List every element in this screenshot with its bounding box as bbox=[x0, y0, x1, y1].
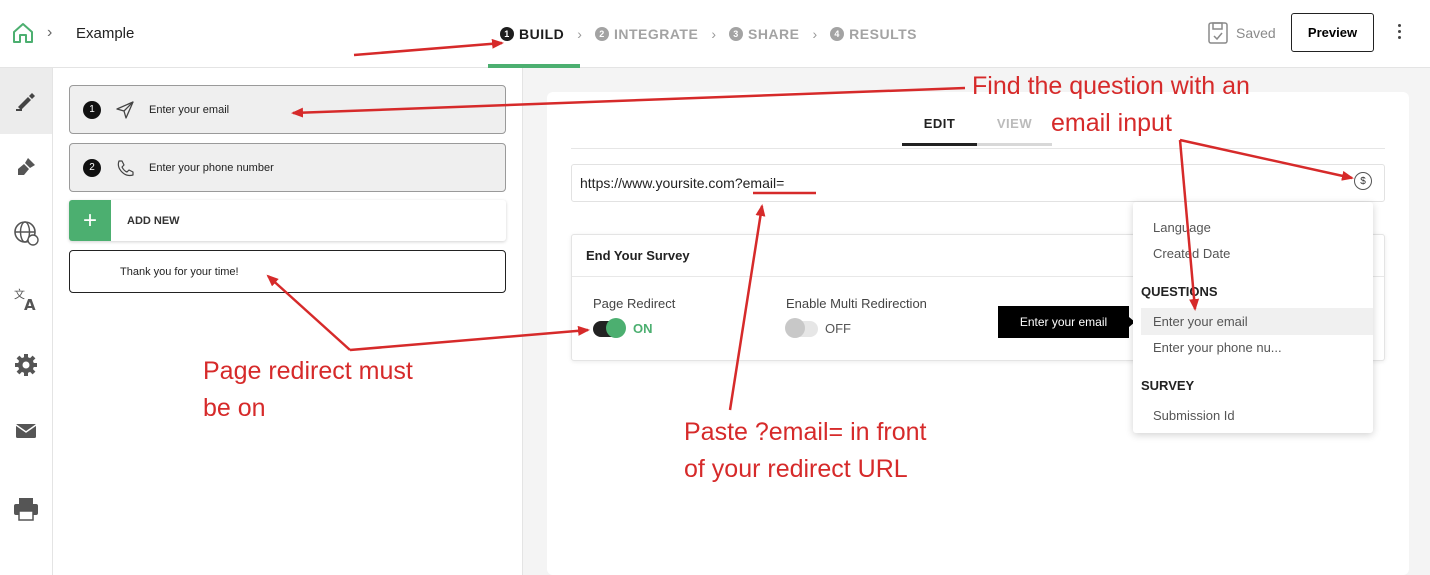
multi-redirect-toggle[interactable] bbox=[785, 318, 818, 338]
paint-brush-icon[interactable] bbox=[0, 134, 52, 200]
dropdown-item-created-date[interactable]: Created Date bbox=[1153, 246, 1230, 261]
breadcrumb-title[interactable]: Example bbox=[76, 25, 134, 42]
gear-icon[interactable] bbox=[0, 332, 52, 398]
home-icon[interactable] bbox=[12, 22, 34, 44]
step-label: SHARE bbox=[747, 26, 800, 42]
url-param-text: ?email= bbox=[734, 175, 785, 191]
page-redirect-state: ON bbox=[633, 321, 653, 336]
dropdown-item-language[interactable]: Language bbox=[1153, 220, 1211, 235]
dropdown-header-questions: QUESTIONS bbox=[1141, 284, 1218, 299]
chevron-right-icon: › bbox=[47, 24, 53, 41]
tab-divider bbox=[571, 148, 1385, 149]
question-label: Enter your phone number bbox=[149, 161, 274, 174]
side-toolbar: 文A bbox=[0, 68, 53, 575]
question-number: 1 bbox=[83, 100, 101, 119]
toggle-knob bbox=[606, 318, 626, 338]
step-number: 1 bbox=[500, 27, 514, 41]
variable-dollar-icon[interactable]: $ bbox=[1354, 172, 1372, 190]
step-label: RESULTS bbox=[849, 26, 917, 42]
svg-text:A: A bbox=[24, 296, 36, 312]
question-list-panel: 1 Enter your email 2 Enter your phone nu… bbox=[53, 68, 523, 575]
thank-you-card[interactable]: Thank you for your time! bbox=[69, 250, 506, 293]
annotation-paste-line2: of your redirect URL bbox=[684, 455, 908, 483]
save-status: Saved bbox=[1208, 22, 1276, 44]
saved-label: Saved bbox=[1236, 25, 1276, 41]
tab-edit[interactable]: EDIT bbox=[902, 116, 977, 146]
dropdown-item-phone[interactable]: Enter your phone nu... bbox=[1153, 340, 1282, 355]
step-number: 2 bbox=[594, 27, 609, 41]
dropdown-item-submission-id[interactable]: Submission Id bbox=[1153, 408, 1235, 423]
globe-icon[interactable] bbox=[0, 200, 52, 266]
dropdown-header-survey: SURVEY bbox=[1141, 378, 1195, 393]
add-new-label: ADD NEW bbox=[127, 214, 180, 227]
redirect-url-input[interactable]: https://www.yoursite.com ?email= bbox=[571, 164, 1385, 202]
step-build[interactable]: 1 BUILD bbox=[487, 0, 581, 68]
mail-icon[interactable] bbox=[0, 398, 52, 464]
chevron-right-icon: › bbox=[812, 26, 818, 42]
app-window: › Example 1 BUILD › 2 INTEGRATE › 3 SHAR… bbox=[0, 0, 1430, 575]
plus-icon: + bbox=[69, 200, 111, 241]
chevron-right-icon: › bbox=[711, 26, 716, 42]
annotation-redirect-line1: Page redirect must bbox=[203, 357, 413, 385]
step-integrate[interactable]: 2 INTEGRATE bbox=[594, 0, 699, 68]
top-bar: › Example 1 BUILD › 2 INTEGRATE › 3 SHAR… bbox=[0, 0, 1430, 68]
step-label: BUILD bbox=[519, 26, 565, 42]
question-label: Enter your email bbox=[149, 103, 230, 116]
page-redirect-label: Page Redirect bbox=[593, 296, 676, 311]
page-redirect-toggle[interactable] bbox=[593, 318, 626, 338]
hover-tooltip: Enter your email bbox=[998, 306, 1135, 338]
more-options-icon[interactable] bbox=[1393, 24, 1405, 42]
multi-redirect-state: OFF bbox=[825, 321, 851, 336]
annotation-paste-line1: Paste ?email= in front bbox=[684, 418, 927, 446]
annotation-find-line2: email input bbox=[1051, 109, 1172, 137]
preview-button[interactable]: Preview bbox=[1291, 13, 1374, 52]
translate-icon[interactable]: 文A bbox=[0, 266, 52, 332]
step-number: 4 bbox=[830, 27, 845, 41]
toggle-knob bbox=[785, 318, 805, 338]
chevron-right-icon: › bbox=[577, 26, 582, 42]
step-label: INTEGRATE bbox=[613, 26, 699, 42]
step-navigation: 1 BUILD › 2 INTEGRATE › 3 SHARE › 4 RESU… bbox=[487, 0, 917, 68]
thank-you-label: Thank you for your time! bbox=[120, 265, 239, 278]
multi-redirect-label: Enable Multi Redirection bbox=[786, 296, 927, 311]
edit-pen-icon[interactable] bbox=[0, 68, 52, 134]
annotation-find-line1: Find the question with an bbox=[972, 72, 1250, 100]
tab-view[interactable]: VIEW bbox=[977, 116, 1052, 146]
end-survey-title: End Your Survey bbox=[586, 248, 690, 263]
add-new-question-button[interactable]: + ADD NEW bbox=[69, 200, 506, 241]
save-icon bbox=[1208, 22, 1228, 44]
variable-dropdown: Language Created Date QUESTIONS Enter yo… bbox=[1133, 202, 1373, 433]
phone-icon bbox=[115, 158, 135, 178]
edit-view-tabs: EDIT VIEW bbox=[902, 116, 1052, 146]
question-number: 2 bbox=[83, 158, 101, 177]
step-number: 3 bbox=[728, 27, 743, 41]
step-results[interactable]: 4 RESULTS bbox=[830, 0, 917, 68]
print-icon[interactable] bbox=[0, 476, 52, 542]
step-share[interactable]: 3 SHARE bbox=[728, 0, 800, 68]
url-base-text: https://www.yoursite.com bbox=[580, 175, 735, 191]
dropdown-item-email[interactable]: Enter your email bbox=[1153, 314, 1248, 329]
question-card-email[interactable]: 1 Enter your email bbox=[69, 85, 506, 134]
question-card-phone[interactable]: 2 Enter your phone number bbox=[69, 143, 506, 192]
send-icon bbox=[115, 100, 135, 120]
annotation-redirect-line2: be on bbox=[203, 394, 266, 422]
